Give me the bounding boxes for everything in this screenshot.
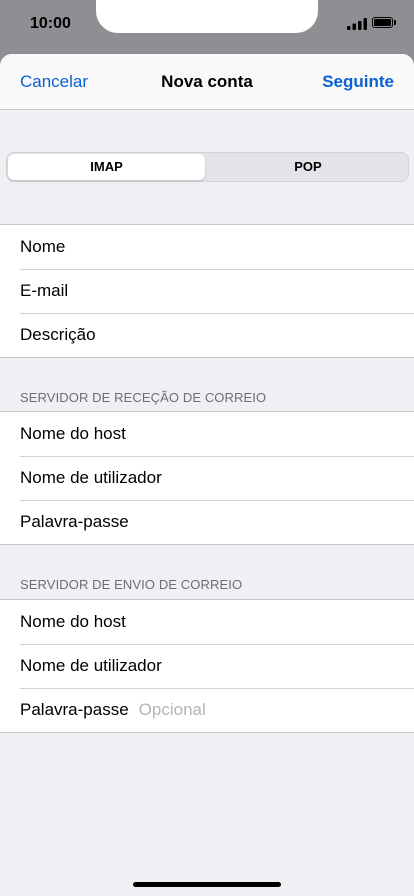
name-field[interactable]: Nome — [0, 225, 414, 269]
segment-pop[interactable]: POP — [208, 153, 408, 181]
description-label: Descrição — [20, 325, 96, 344]
status-time: 10:00 — [30, 15, 71, 32]
outgoing-password-label: Palavra-passe — [20, 700, 129, 719]
new-account-sheet: Cancelar Nova conta Seguinte IMAP POP No… — [0, 54, 414, 896]
battery-icon — [372, 17, 393, 28]
segment-imap[interactable]: IMAP — [8, 154, 205, 180]
outgoing-username-label: Nome de utilizador — [20, 656, 162, 675]
notch — [96, 0, 318, 33]
home-indicator — [133, 882, 281, 887]
account-info-group: Nome E-mail Descrição — [0, 224, 414, 358]
email-label: E-mail — [20, 281, 69, 300]
battery-tip — [394, 20, 396, 25]
navigation-bar: Cancelar Nova conta Seguinte — [0, 54, 414, 110]
outgoing-hostname-field[interactable]: Nome do host — [0, 600, 414, 644]
outgoing-server-group: Nome do host Nome de utilizador Palavra-… — [0, 599, 414, 733]
email-field[interactable]: E-mail — [0, 269, 414, 313]
protocol-segmented-control: IMAP POP — [6, 152, 409, 182]
incoming-hostname-label: Nome do host — [20, 424, 126, 443]
outgoing-password-field[interactable]: Palavra-passe Opcional — [0, 688, 414, 732]
outgoing-password-placeholder: Opcional — [138, 700, 206, 719]
outgoing-hostname-label: Nome do host — [20, 612, 126, 631]
incoming-password-field[interactable]: Palavra-passe — [0, 500, 414, 544]
signal-icon — [347, 18, 367, 30]
incoming-username-field[interactable]: Nome de utilizador — [0, 456, 414, 500]
description-field[interactable]: Descrição — [0, 313, 414, 357]
next-button[interactable]: Seguinte — [322, 72, 394, 92]
status-bar: 10:00 — [0, 0, 414, 48]
incoming-username-label: Nome de utilizador — [20, 468, 162, 487]
outgoing-username-field[interactable]: Nome de utilizador — [0, 644, 414, 688]
incoming-server-header: SERVIDOR DE RECEÇÃO DE CORREIO — [20, 390, 267, 405]
incoming-server-group: Nome do host Nome de utilizador Palavra-… — [0, 411, 414, 545]
incoming-password-label: Palavra-passe — [20, 512, 129, 531]
name-label: Nome — [20, 237, 66, 256]
outgoing-server-header: SERVIDOR DE ENVIO DE CORREIO — [20, 577, 243, 592]
incoming-hostname-field[interactable]: Nome do host — [0, 412, 414, 456]
